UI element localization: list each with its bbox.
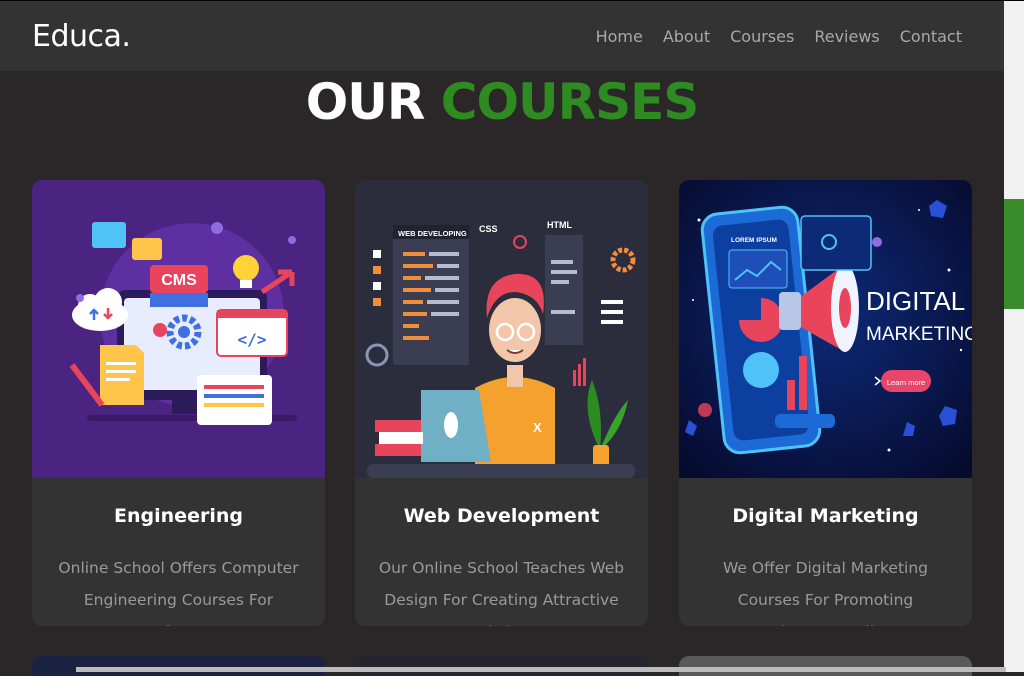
course-title: Engineering bbox=[114, 505, 243, 527]
next-row-card-peek bbox=[32, 656, 325, 676]
main-nav: Home About Courses Reviews Contact bbox=[596, 27, 962, 46]
course-description: Our Online School Teaches Web Design For… bbox=[378, 559, 625, 626]
course-card-engineering[interactable]: CMS </> Engineering Online School Offers… bbox=[32, 180, 325, 626]
section-title-our: OUR bbox=[305, 73, 426, 131]
horizontal-scrollbar[interactable] bbox=[76, 667, 1006, 672]
svg-text:CMS: CMS bbox=[161, 272, 197, 289]
vertical-scrollbar[interactable] bbox=[1004, 1, 1024, 672]
svg-text:X: X bbox=[533, 420, 542, 435]
nav-contact[interactable]: Contact bbox=[900, 27, 962, 46]
course-description: Online School Offers Computer Engineerin… bbox=[58, 559, 299, 626]
next-row-card-peek bbox=[679, 656, 972, 676]
svg-text:HTML: HTML bbox=[547, 220, 572, 230]
section-title: OUR COURSES bbox=[0, 73, 1004, 131]
cms-icon: CMS bbox=[150, 265, 208, 307]
courses-section: OUR COURSES CMS </> Engineering Online S… bbox=[0, 71, 1006, 676]
engineering-illustration: CMS </> bbox=[32, 180, 325, 478]
svg-text:DIGITAL: DIGITAL bbox=[866, 286, 965, 316]
site-header: Educa. Home About Courses Reviews Contac… bbox=[0, 1, 1004, 71]
course-card-digital-marketing[interactable]: LOREM IPSUM DIGITAL MARKETING Learn more bbox=[679, 180, 972, 626]
svg-text:</>: </> bbox=[238, 330, 267, 349]
next-row-card-peek bbox=[355, 656, 648, 676]
section-title-courses: COURSES bbox=[440, 73, 699, 131]
course-title: Web Development bbox=[403, 505, 600, 527]
nav-home[interactable]: Home bbox=[596, 27, 643, 46]
course-card-web-development[interactable]: WEB DEVELOPING CSS HTML X Web Developmen… bbox=[355, 180, 648, 626]
nav-about[interactable]: About bbox=[663, 27, 710, 46]
svg-text:Learn more: Learn more bbox=[887, 378, 925, 387]
course-title: Digital Marketing bbox=[732, 505, 919, 527]
svg-text:WEB DEVELOPING: WEB DEVELOPING bbox=[398, 229, 467, 238]
svg-text:CSS: CSS bbox=[479, 224, 498, 234]
site-logo[interactable]: Educa. bbox=[32, 19, 131, 54]
nav-courses[interactable]: Courses bbox=[730, 27, 794, 46]
scrollbar-thumb[interactable] bbox=[1004, 199, 1024, 309]
digital-marketing-illustration: LOREM IPSUM DIGITAL MARKETING Learn more bbox=[679, 180, 972, 478]
svg-text:MARKETING: MARKETING bbox=[866, 324, 972, 345]
course-description: We Offer Digital Marketing Courses For P… bbox=[722, 559, 929, 626]
document-icon bbox=[100, 345, 144, 405]
nav-reviews[interactable]: Reviews bbox=[814, 27, 879, 46]
code-icon: </> bbox=[216, 309, 288, 357]
web-development-illustration: WEB DEVELOPING CSS HTML X bbox=[355, 180, 648, 478]
svg-text:LOREM IPSUM: LOREM IPSUM bbox=[731, 237, 777, 244]
